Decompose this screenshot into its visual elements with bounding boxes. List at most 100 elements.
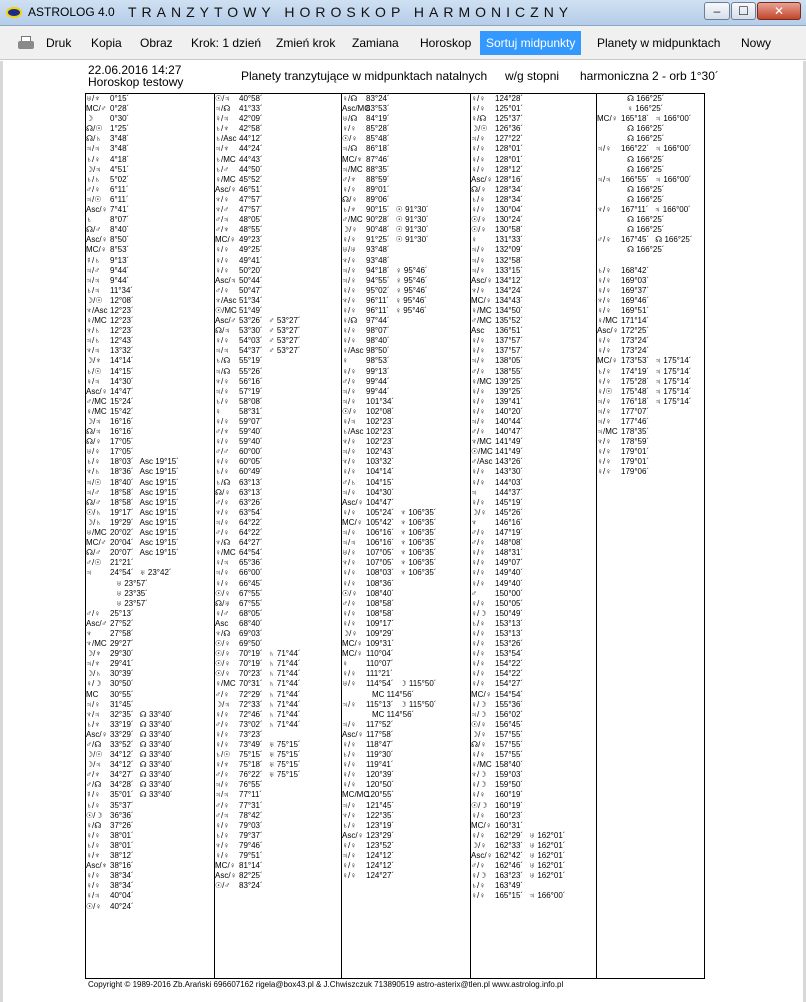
midpoint-pair: ♂/♀: [86, 608, 101, 618]
midpoint-pair: ♀/♀: [342, 861, 357, 871]
table-row: MC/♀ 173°53´ ♃ 175°14´: [597, 356, 704, 366]
table-row: ☽/♀ 90°48´ ☉ 91°30´: [342, 225, 470, 235]
midpoint-pair: ♂/♆: [86, 770, 101, 780]
menu-image[interactable]: Obraz: [140, 26, 173, 60]
menu-change-step[interactable]: Zmień krok: [276, 26, 335, 60]
midpoint-degree: 103°32´: [366, 457, 395, 467]
table-row: ☉/♀ 130°58´: [471, 225, 596, 235]
table-row: ☽/♃ 34°12´ ☊ 33°40´: [86, 760, 214, 770]
midpoint-pair: ♃: [86, 568, 92, 578]
table-row: ♀/♀ 96°11´ ♀ 95°46´: [342, 306, 470, 316]
table-row: MC/♀ 81°14´: [215, 861, 341, 871]
midpoint-pair: ♂/♀: [215, 497, 230, 507]
midpoint-pair: ♃/♀: [597, 417, 612, 426]
table-row: ♀/♀ 179°01´: [597, 447, 704, 457]
table-row: ♃/♀ 76°55´: [215, 780, 341, 790]
table-row: ♃/♂ 18°58´ Asc 19°15´: [86, 488, 214, 498]
midpoint-pair: ♆/♀: [215, 840, 230, 850]
table-row: ☉/♀ 130°24´: [471, 215, 596, 225]
table-row: ☊/♀ 89°06´: [342, 195, 470, 205]
table-row: ☉/♂ 83°24´: [215, 881, 341, 891]
midpoint-pair: ☉/♀: [215, 669, 231, 679]
minimize-button[interactable]: –: [704, 2, 730, 20]
table-column-1: ♅/♆ 0°15´ MC/♂ 0°28´ ☽ 0°30´ ☊/☉ 1°25´ ☊/♄ 3°48´ ♃…: [86, 94, 215, 978]
table-row: ♀/MC 64°54´: [215, 548, 341, 558]
midpoint-pair: ♄/♃: [86, 285, 101, 295]
menu-copy[interactable]: Kopia: [91, 26, 122, 60]
table-row: ♀/♀ 128°01´: [471, 155, 596, 165]
midpoint-degree: 21°21´: [110, 558, 134, 568]
midpoint-degree: 101°34´: [366, 396, 395, 406]
menu-print[interactable]: Druk: [46, 26, 71, 60]
table-row: ♀/♀ 99°13´: [342, 367, 470, 377]
transit-hit: ☊ 33°40´: [139, 760, 173, 770]
table-row: ♃/☊ 41°33´: [215, 104, 341, 114]
table-row: ♄/♀ 35°37´: [86, 801, 214, 811]
menu-step[interactable]: Krok: 1 dzień: [191, 26, 261, 60]
table-row: ♀ 58°31´: [215, 407, 341, 417]
midpoint-pair: ♆/♃: [86, 346, 101, 356]
close-button[interactable]: ✕: [757, 2, 801, 20]
midpoint-pair: ♃/♃: [215, 346, 230, 356]
transit-hit: ♆ 106°35´: [400, 517, 437, 527]
midpoint-pair: ♂/♀: [215, 800, 230, 810]
midpoint-degree: 173°24´: [621, 336, 650, 346]
midpoint-degree: 40°24´: [110, 901, 134, 911]
table-row: ☊ 166°25´: [597, 94, 704, 104]
transit-hit: Asc 19°15´: [139, 528, 179, 538]
midpoint-degree: 93°48´: [366, 245, 390, 255]
midpoint-pair: ☉/♀: [471, 215, 487, 225]
midpoint-pair: ♀/♃: [86, 891, 101, 901]
table-row: ☊ 166°25´: [597, 165, 704, 175]
table-row: ♃/♃ 77°11´: [215, 790, 341, 800]
table-row: MC 114°56´: [342, 690, 470, 700]
midpoint-degree: 27°52´: [110, 618, 134, 628]
midpoint-degree: 102°08´: [366, 406, 395, 416]
table-row: ♃/♀ 132°09´: [471, 245, 596, 255]
midpoint-degree: 12°08´: [110, 295, 134, 305]
midpoint-pair: ♀/♀: [471, 649, 486, 659]
midpoint-degree: 134°24´: [495, 285, 524, 295]
table-row: ♃/♀ 117°52´: [342, 720, 470, 730]
menu-planets-in-midpoints[interactable]: Planety w midpunktach: [597, 26, 720, 60]
printer-icon[interactable]: [18, 36, 34, 50]
midpoint-degree: 18°58´: [110, 487, 134, 497]
transit-hit: ♃ 175°14´: [655, 356, 692, 366]
table-row: Asc/♀ 33°29´ ☊ 33°40´: [86, 730, 214, 740]
midpoint-degree: 8°07´: [110, 215, 130, 225]
midpoint-pair: ☉/♂: [215, 881, 231, 891]
table-row: ♃/♀ 104°30´: [342, 488, 470, 498]
midpoint-degree: 9°13´: [110, 255, 130, 265]
table-row: ♀/♀ 175°28´ ♃ 175°14´: [597, 377, 704, 387]
midpoint-degree: 107°05´: [366, 558, 395, 568]
midpoint-pair: ♀: [215, 406, 221, 416]
midpoint-degree: 86°18´: [366, 144, 390, 154]
midpoint-pair: ♀/♀: [471, 558, 486, 568]
maximize-button[interactable]: ☐: [731, 2, 756, 20]
midpoint-degree: 64°27´: [239, 538, 263, 548]
midpoint-pair: ♀/♀: [215, 709, 230, 719]
midpoint-degree: 35°37´: [110, 800, 134, 810]
midpoint-pair: ♀/♀: [342, 608, 357, 618]
transit-hit: ♅ 75°15´: [268, 750, 301, 760]
table-row: Asc/♀ 8°50´: [86, 235, 214, 245]
table-row: ♃/♀ 64°22´: [215, 518, 341, 528]
table-row: Asc/♂ 53°26´ ♂ 53°27´: [215, 316, 341, 326]
midpoint-degree: 114°54´: [366, 679, 394, 689]
menu-sort-midpoints[interactable]: Sortuj midpunkty: [480, 31, 582, 55]
table-row: ♀/♀ 137°57´: [471, 346, 596, 356]
menu-new[interactable]: Nowy: [741, 26, 771, 60]
midpoint-pair: Asc/♀: [471, 851, 493, 861]
table-row: ♆/♀ 93°48´: [342, 256, 470, 266]
midpoint-pair: ♀/♀: [215, 437, 230, 447]
midpoint-degree: 169°46´: [621, 295, 650, 305]
menu-swap[interactable]: Zamiana: [352, 26, 399, 60]
table-row: ♃/♃ 54°37´ ♂ 53°27´: [215, 346, 341, 356]
midpoint-degree: 124°12´: [366, 861, 395, 871]
midpoint-pair: ♀/♀: [471, 205, 486, 215]
menu-horoscope[interactable]: Horoskop: [420, 26, 471, 60]
table-row: ♆ 146°16´: [471, 518, 596, 528]
table-row: ♆/☊ 69°03´: [215, 629, 341, 639]
midpoint-pair: ☉/☽: [471, 800, 488, 810]
midpoint-degree: 46°51´: [239, 184, 263, 194]
